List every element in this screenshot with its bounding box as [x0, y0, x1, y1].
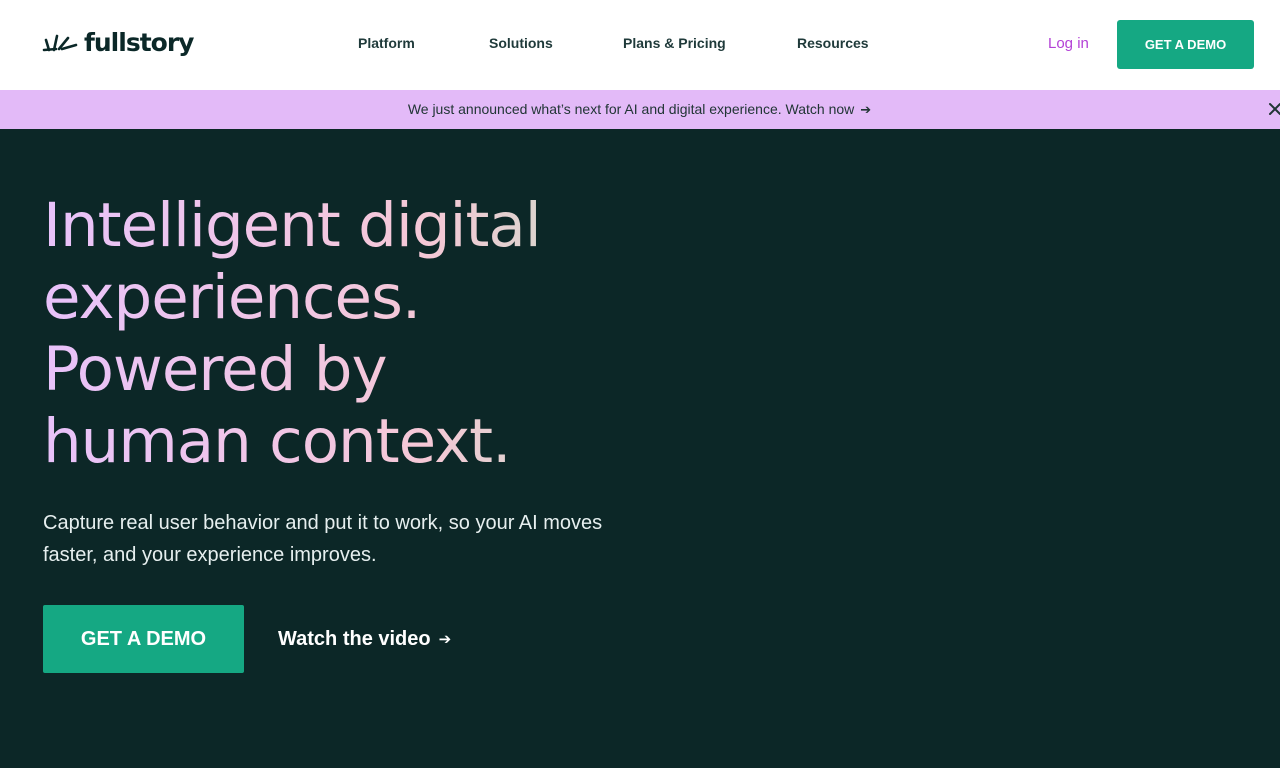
hero-headline: Intelligent digital experiences. Powered…	[43, 190, 743, 478]
banner-text: We just announced what’s next for AI and…	[407, 101, 855, 117]
nav-item-solutions[interactable]: Solutions	[489, 35, 553, 51]
watch-video-label: Watch the video	[278, 627, 431, 650]
close-icon[interactable]	[1266, 100, 1280, 118]
nav-item-plans-pricing[interactable]: Plans & Pricing	[623, 35, 726, 51]
watch-video-link[interactable]: Watch the video ➔	[278, 626, 451, 652]
hero-get-demo-button[interactable]: GET A DEMO	[43, 605, 244, 673]
headline-line: Intelligent digital	[43, 190, 541, 261]
headline-line: experiences.	[43, 262, 421, 333]
top-navigation: fullstory Platform Solutions Plans & Pri…	[0, 0, 1280, 90]
announcement-banner: We just announced what’s next for AI and…	[0, 90, 1280, 129]
nav-get-demo-button[interactable]: GET A DEMO	[1117, 20, 1254, 69]
hero-subtext: Capture real user behavior and put it to…	[43, 512, 603, 566]
banner-link[interactable]: We just announced what’s next for AI and…	[408, 101, 871, 118]
login-link[interactable]: Log in	[1048, 35, 1089, 52]
headline-line: human context.	[43, 406, 511, 477]
nav-item-resources[interactable]: Resources	[797, 35, 869, 51]
arrow-right-icon: ➔	[438, 631, 452, 648]
headline-line: Powered by	[43, 334, 387, 405]
arrow-right-icon: ➔	[860, 102, 872, 117]
nav-item-platform[interactable]: Platform	[358, 35, 415, 51]
